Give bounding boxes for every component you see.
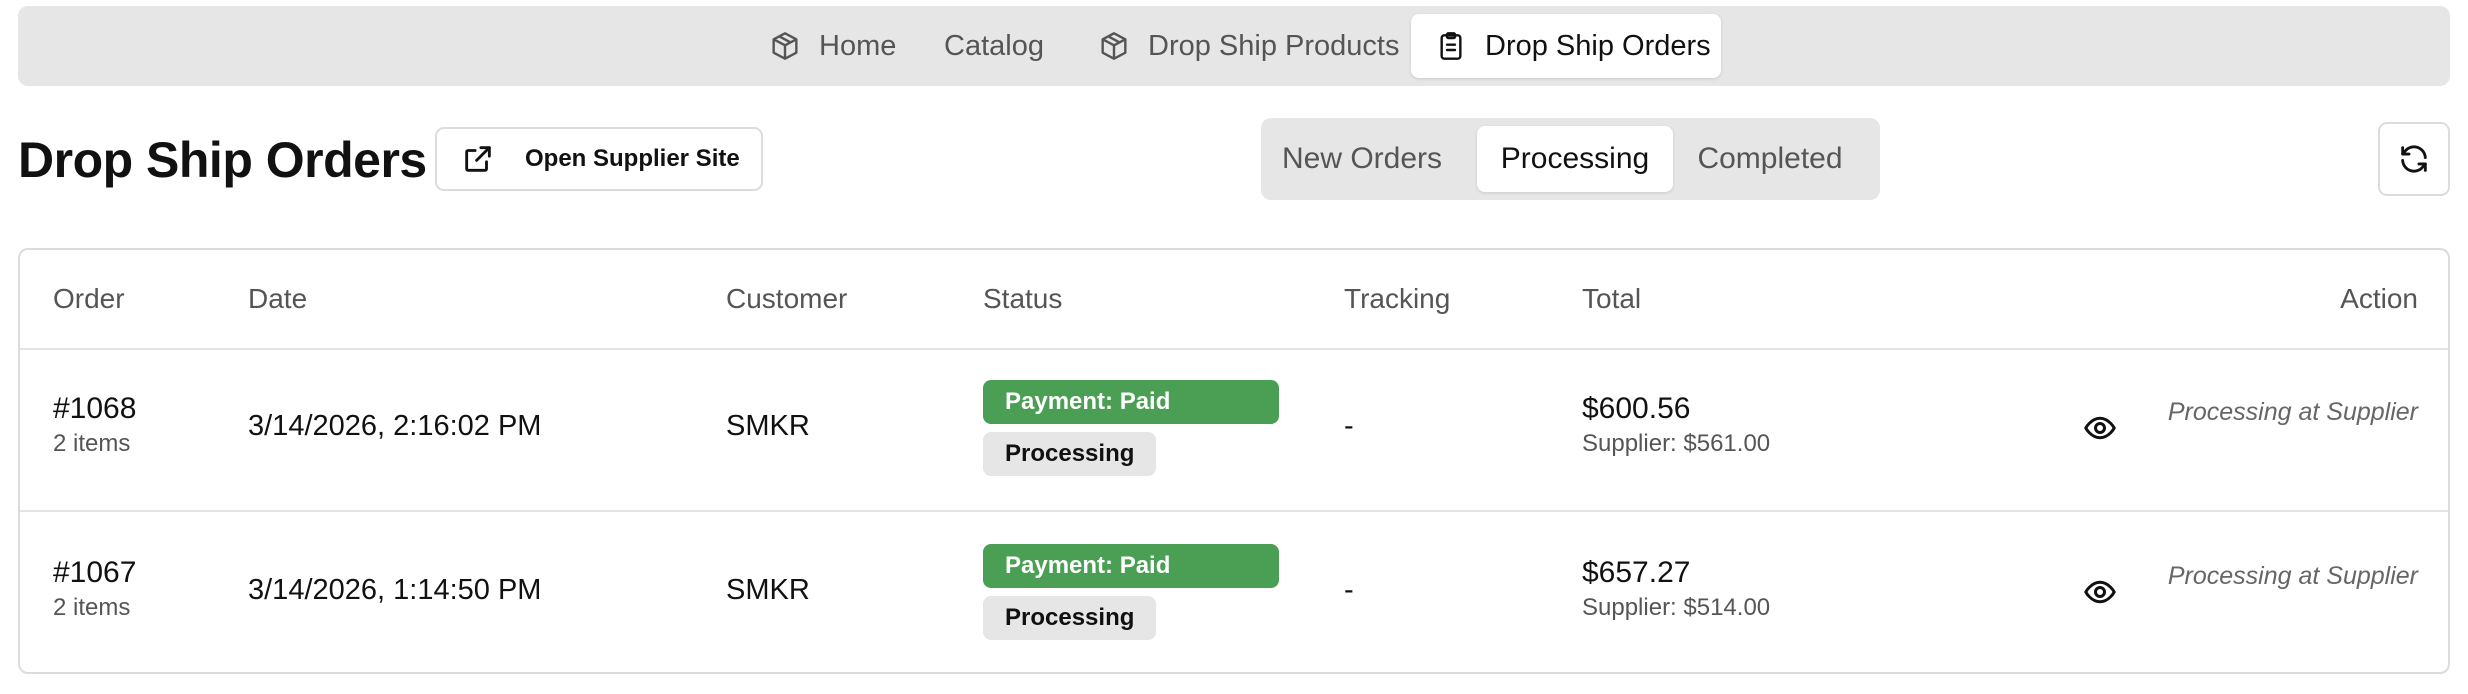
column-header-action: Action [2340,283,2418,314]
eye-icon [2084,580,2116,604]
order-date: 3/14/2026, 2:16:02 PM [248,410,542,442]
nav-tab-catalog[interactable]: Catalog [924,14,1084,78]
order-total: $600.56 [1582,392,1691,425]
filter-tab-label: Processing [1500,142,1650,175]
clipboard-icon [1440,32,1462,60]
view-order-button[interactable] [2082,574,2118,610]
action-status-text: Processing at Supplier [2167,398,2418,426]
filter-tab-completed[interactable]: Completed [1677,126,1863,192]
open-supplier-site-label: Open Supplier Site [525,145,740,172]
supplier-cost: Supplier: $561.00 [1582,430,1771,457]
table-header: Order Date Customer Status Tracking Tota… [20,250,2448,350]
order-number: #1067 [53,556,137,589]
order-status-badge: Processing [983,432,1157,476]
refresh-button[interactable] [2378,122,2450,196]
nav-tab-drop-ship-orders[interactable]: Drop Ship Orders [1411,14,1721,78]
total-cell: $600.56 Supplier: $561.00 [1582,392,1770,458]
view-order-button[interactable] [2082,410,2118,446]
order-total: $657.27 [1582,556,1691,589]
column-header-date: Date [248,283,308,314]
box-icon [1101,32,1127,60]
table-row[interactable]: #1068 2 items 3/14/2026, 2:16:02 PM SMKR… [20,348,2448,512]
payment-status-badge: Payment: Paid [983,380,1279,424]
filter-tab-label: New Orders [1281,142,1443,175]
column-header-tracking: Tracking [1344,283,1451,314]
nav-tab-home[interactable]: Home [749,14,933,78]
action-status-text: Processing at Supplier [2167,562,2418,590]
order-cell: #1067 2 items [53,556,136,622]
column-header-total: Total [1582,283,1642,314]
nav-tab-label: Drop Ship Products [1148,29,1400,62]
nav-tab-label: Home [819,29,897,62]
column-header-order: Order [53,283,125,314]
order-status-filter: New Orders Processing Completed [1261,118,1880,200]
top-navigation: Home Catalog Drop Ship Products Drop Shi… [18,6,2450,86]
total-cell: $657.27 Supplier: $514.00 [1582,556,1770,622]
open-supplier-site-button[interactable]: Open Supplier Site [435,127,763,191]
orders-table: Order Date Customer Status Tracking Tota… [18,248,2450,674]
tracking-value: - [1344,410,1354,442]
filter-tab-new-orders[interactable]: New Orders [1277,126,1447,192]
order-item-count: 2 items [53,430,131,457]
external-link-icon [461,142,495,176]
table-row[interactable]: #1067 2 items 3/14/2026, 1:14:50 PM SMKR… [20,512,2448,674]
tracking-value: - [1344,574,1354,606]
supplier-cost: Supplier: $514.00 [1582,594,1771,621]
page-title: Drop Ship Orders [18,132,427,188]
box-icon [772,32,798,60]
order-status-badge: Processing [983,596,1157,640]
order-number: #1068 [53,392,137,425]
eye-icon [2084,416,2116,440]
column-header-status: Status [983,283,1063,314]
order-cell: #1068 2 items [53,392,136,458]
customer-name: SMKR [726,410,810,442]
order-item-count: 2 items [53,594,131,621]
payment-status-badge: Payment: Paid [983,544,1279,588]
nav-tab-drop-ship-products[interactable]: Drop Ship Products [1078,14,1428,78]
nav-tab-label: Drop Ship Orders [1485,29,1711,62]
filter-tab-processing[interactable]: Processing [1477,126,1673,192]
nav-tab-label: Catalog [944,29,1044,62]
customer-name: SMKR [726,574,810,606]
order-date: 3/14/2026, 1:14:50 PM [248,574,542,606]
column-header-customer: Customer [726,283,848,314]
refresh-icon [2401,145,2427,173]
filter-tab-label: Completed [1697,142,1843,175]
